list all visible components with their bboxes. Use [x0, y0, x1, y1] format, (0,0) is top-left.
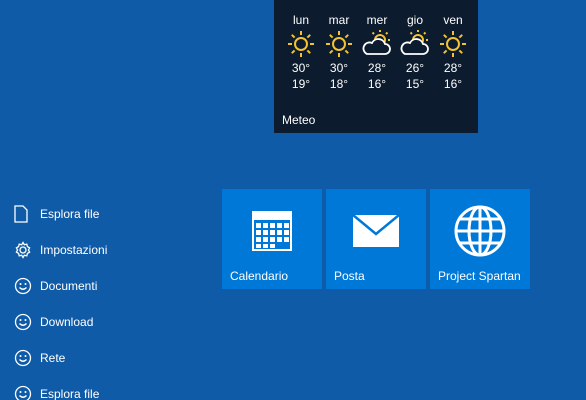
forecast-low: 16° — [367, 77, 387, 91]
place-file-explorer[interactable]: Esplora file — [14, 196, 214, 232]
place-file-explorer-2[interactable]: Esplora file — [14, 376, 214, 400]
forecast-day: ven 28° 16° — [434, 12, 472, 92]
globe-icon — [430, 205, 530, 257]
partly-cloudy-icon — [358, 28, 396, 60]
partly-cloudy-icon — [396, 28, 434, 60]
forecast-high: 28° — [443, 61, 463, 75]
place-label: Esplora file — [40, 207, 100, 221]
place-downloads[interactable]: Download — [14, 304, 214, 340]
place-label: Rete — [40, 351, 66, 365]
forecast-day-name: ven — [443, 13, 463, 27]
weather-tile-label: Meteo — [282, 113, 316, 127]
place-settings[interactable]: Impostazioni — [14, 232, 214, 268]
forecast-day-name: mer — [366, 13, 388, 27]
gear-icon — [14, 240, 34, 260]
forecast-day-name: mar — [328, 13, 350, 27]
tile-label: Posta — [334, 269, 365, 283]
start-places-list: Esplora file Impostazioni Documenti Down… — [14, 196, 214, 400]
forecast-low: 18° — [329, 77, 349, 91]
sun-icon — [434, 28, 472, 60]
place-network[interactable]: Rete — [14, 340, 214, 376]
forecast-high: 30° — [329, 61, 349, 75]
forecast-day: mar 30° 18° — [320, 12, 358, 92]
forecast-high: 30° — [291, 61, 311, 75]
forecast-day-name: gio — [406, 13, 423, 27]
tile-label: Calendario — [230, 269, 289, 283]
forecast-low: 15° — [405, 77, 425, 91]
mail-icon — [326, 205, 426, 257]
forecast-day: gio 26° 15° — [396, 12, 434, 92]
file-icon — [14, 204, 34, 224]
forecast-day: lun 30° 19° — [282, 12, 320, 92]
place-label: Documenti — [40, 279, 98, 293]
smiley-icon — [14, 276, 34, 296]
place-label: Download — [40, 315, 94, 329]
forecast-day-name: lun — [292, 13, 309, 27]
tile-label: Project Spartan — [438, 269, 521, 283]
sun-icon — [320, 28, 358, 60]
weather-forecast: lun 30° 19° mar 30° 18° mer 28° 16° gio — [282, 12, 472, 92]
sun-icon — [282, 28, 320, 60]
tile-mail[interactable]: Posta — [326, 189, 426, 289]
place-label: Esplora file — [40, 387, 100, 400]
place-label: Impostazioni — [40, 243, 108, 257]
place-documents[interactable]: Documenti — [14, 268, 214, 304]
forecast-high: 26° — [405, 61, 425, 75]
forecast-day: mer 28° 16° — [358, 12, 396, 92]
tile-project-spartan[interactable]: Project Spartan — [430, 189, 530, 289]
smiley-icon — [14, 312, 34, 332]
forecast-low: 19° — [291, 77, 311, 91]
weather-tile[interactable]: lun 30° 19° mar 30° 18° mer 28° 16° gio — [274, 0, 478, 133]
forecast-high: 28° — [367, 61, 387, 75]
smiley-icon — [14, 384, 34, 400]
tile-calendar[interactable]: Calendario — [222, 189, 322, 289]
calendar-icon — [222, 205, 322, 257]
app-tiles: Calendario Posta Project Spartan — [222, 189, 530, 289]
smiley-icon — [14, 348, 34, 368]
forecast-low: 16° — [443, 77, 463, 91]
